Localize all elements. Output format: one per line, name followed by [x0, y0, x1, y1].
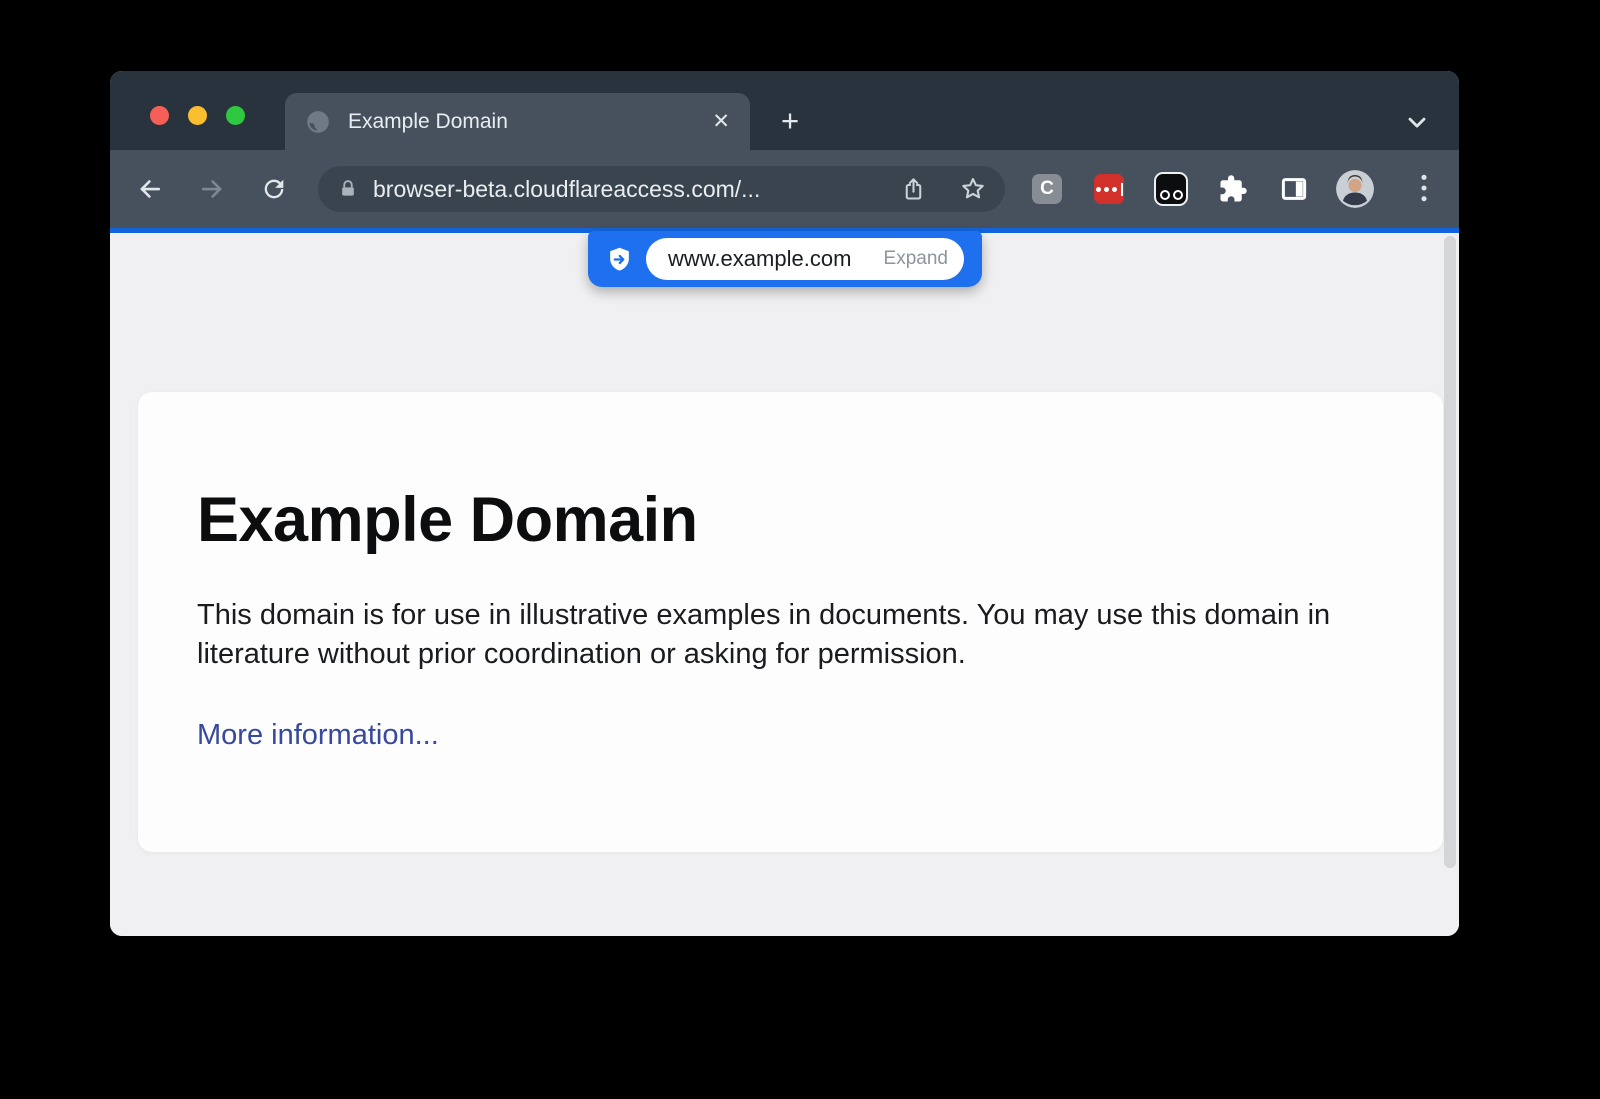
- page-title: Example Domain: [197, 484, 1383, 556]
- tab-strip: Example Domain ✕ +: [110, 71, 1459, 150]
- kebab-menu-icon[interactable]: [1406, 170, 1442, 206]
- vertical-scrollbar[interactable]: [1444, 236, 1456, 868]
- isolation-site-pill[interactable]: www.example.com Expand: [646, 238, 964, 280]
- dark-extension-icon[interactable]: [1154, 172, 1188, 206]
- window-controls: [150, 106, 245, 125]
- isolation-site-banner: www.example.com Expand: [588, 231, 982, 287]
- extension-c-icon[interactable]: C: [1032, 174, 1062, 204]
- isolated-site-url: www.example.com: [668, 246, 851, 272]
- browser-window: Example Domain ✕ +: [110, 71, 1459, 936]
- back-button[interactable]: [128, 167, 172, 211]
- close-window-button[interactable]: [150, 106, 169, 125]
- shield-arrow-icon: [606, 246, 633, 273]
- minimize-window-button[interactable]: [188, 106, 207, 125]
- url-text: browser-beta.cloudflareaccess.com/...: [373, 176, 760, 203]
- browser-tab[interactable]: Example Domain ✕: [285, 93, 750, 150]
- browser-toolbar: browser-beta.cloudflareaccess.com/... C: [110, 150, 1459, 228]
- more-information-link[interactable]: More information...: [197, 719, 439, 751]
- share-icon[interactable]: [900, 176, 927, 203]
- lock-icon[interactable]: [338, 179, 358, 199]
- expand-button[interactable]: Expand: [884, 248, 948, 270]
- page-viewport: www.example.com Expand Example Domain Th…: [110, 233, 1459, 936]
- reload-button[interactable]: [252, 167, 296, 211]
- page-paragraph: This domain is for use in illustrative e…: [197, 596, 1357, 673]
- zoom-window-button[interactable]: [226, 106, 245, 125]
- globe-favicon-icon: [305, 109, 331, 135]
- desktop-background: Example Domain ✕ +: [0, 0, 1600, 1099]
- address-bar[interactable]: browser-beta.cloudflareaccess.com/...: [318, 166, 1005, 212]
- extensions-puzzle-icon[interactable]: [1215, 171, 1251, 207]
- tab-close-icon[interactable]: ✕: [712, 111, 730, 132]
- password-manager-extension-icon[interactable]: [1094, 174, 1124, 204]
- bookmark-star-icon[interactable]: [959, 175, 987, 203]
- forward-button[interactable]: [190, 167, 234, 211]
- new-tab-button[interactable]: +: [773, 104, 807, 138]
- tab-title: Example Domain: [348, 110, 508, 134]
- side-panel-icon[interactable]: [1276, 171, 1312, 207]
- profile-avatar[interactable]: [1336, 170, 1374, 208]
- content-card: Example Domain This domain is for use in…: [138, 392, 1443, 852]
- chevron-down-icon[interactable]: [1403, 108, 1431, 136]
